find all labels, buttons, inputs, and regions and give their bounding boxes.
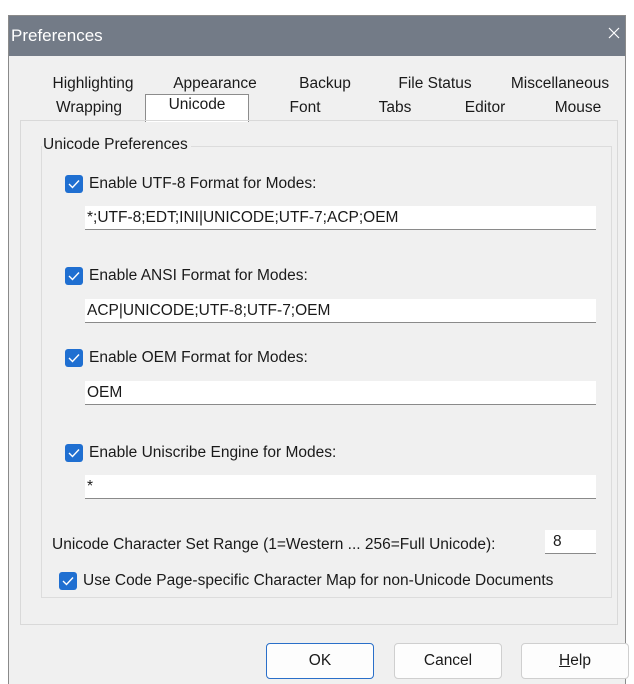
uniscribe-checkbox[interactable]: [65, 444, 83, 462]
close-icon[interactable]: [607, 26, 621, 40]
tab-unicode[interactable]: Unicode: [145, 94, 249, 122]
check-icon: [68, 272, 80, 281]
tab-file-status[interactable]: File Status: [385, 73, 485, 95]
uniscribe-label: Enable Uniscribe Engine for Modes:: [89, 444, 337, 461]
utf8-modes-field[interactable]: *;UTF-8;EDT;INI|UNICODE;UTF-7;ACP;OEM: [85, 206, 596, 230]
help-label: elp: [570, 652, 591, 669]
group-title: Unicode Preferences: [42, 136, 191, 154]
oem-label: Enable OEM Format for Modes:: [89, 349, 308, 366]
uniscribe-modes-field[interactable]: *: [85, 475, 596, 499]
codepage-label: Use Code Page-specific Character Map for…: [83, 572, 554, 589]
tab-mouse[interactable]: Mouse: [537, 97, 619, 119]
ansi-checkbox[interactable]: [65, 267, 83, 285]
help-mnemonic: H: [559, 652, 571, 669]
utf8-label: Enable UTF-8 Format for Modes:: [89, 175, 317, 192]
tab-wrapping[interactable]: Wrapping: [39, 97, 139, 119]
charset-range-field[interactable]: 8: [545, 530, 596, 554]
uniscribe-option[interactable]: Enable Uniscribe Engine for Modes:: [65, 444, 336, 462]
ansi-modes-field[interactable]: ACP|UNICODE;UTF-8;UTF-7;OEM: [85, 299, 596, 323]
oem-checkbox[interactable]: [65, 349, 83, 367]
ansi-option[interactable]: Enable ANSI Format for Modes:: [65, 267, 308, 285]
help-button[interactable]: Help: [521, 643, 629, 679]
tab-appearance[interactable]: Appearance: [165, 73, 265, 95]
charset-range-label: Unicode Character Set Range (1=Western .…: [52, 536, 496, 553]
ansi-label: Enable ANSI Format for Modes:: [89, 267, 308, 284]
tab-font[interactable]: Font: [265, 97, 345, 119]
utf8-option[interactable]: Enable UTF-8 Format for Modes:: [65, 175, 316, 193]
tab-miscellaneous[interactable]: Miscellaneous: [501, 73, 619, 95]
check-icon: [68, 449, 80, 458]
oem-option[interactable]: Enable OEM Format for Modes:: [65, 349, 308, 367]
tab-editor[interactable]: Editor: [445, 97, 525, 119]
title-bar[interactable]: Preferences: [9, 16, 625, 56]
oem-modes-field[interactable]: OEM: [85, 381, 596, 405]
cancel-button[interactable]: Cancel: [394, 643, 502, 679]
tab-backup[interactable]: Backup: [285, 73, 365, 95]
tab-tabs[interactable]: Tabs: [355, 97, 435, 119]
utf8-checkbox[interactable]: [65, 175, 83, 193]
check-icon: [68, 180, 80, 189]
tab-highlighting[interactable]: Highlighting: [31, 73, 155, 95]
ok-button[interactable]: OK: [266, 643, 374, 679]
codepage-checkbox[interactable]: [59, 572, 77, 590]
codepage-option[interactable]: Use Code Page-specific Character Map for…: [59, 572, 553, 590]
check-icon: [68, 354, 80, 363]
window-title: Preferences: [11, 26, 103, 45]
check-icon: [62, 577, 74, 586]
